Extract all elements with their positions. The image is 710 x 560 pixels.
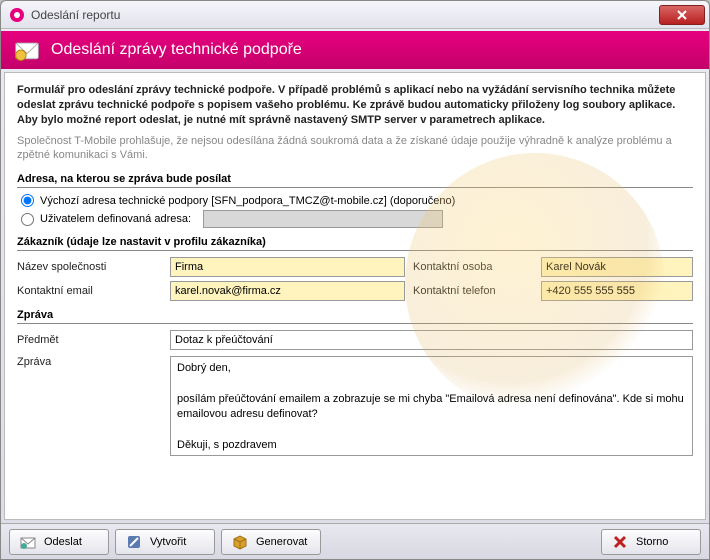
banner-title: Odeslání zprávy technické podpoře <box>51 41 302 59</box>
close-button[interactable] <box>659 5 705 25</box>
radio-custom-address[interactable]: Uživatelem definovaná adresa: <box>17 210 693 228</box>
radio-custom-input[interactable] <box>21 213 34 226</box>
intro-disclaimer: Společnost T-Mobile prohlašuje, že nejso… <box>17 134 693 164</box>
body-label: Zpráva <box>17 356 162 456</box>
radio-custom-label: Uživatelem definovaná adresa: <box>40 213 191 225</box>
section-customer-heading: Zákazník (údaje lze nastavit v profilu z… <box>17 236 693 251</box>
send-button[interactable]: Odeslat <box>9 529 109 555</box>
radio-default-address[interactable]: Výchozí adresa technické podpory [SFN_po… <box>17 194 693 207</box>
send-button-label: Odeslat <box>44 536 82 548</box>
cancel-icon <box>612 534 628 550</box>
box-icon <box>232 534 248 550</box>
titlebar: Odeslání reportu <box>1 1 709 29</box>
footer-toolbar: Odeslat Vytvořit Generovat Storno <box>1 523 709 559</box>
banner: Odeslání zprávy technické podpoře <box>1 31 709 69</box>
pencil-icon <box>126 534 142 550</box>
section-message-heading: Zpráva <box>17 309 693 324</box>
company-label: Název společnosti <box>17 261 162 273</box>
content-area: Formulář pro odeslání zprávy technické p… <box>4 72 706 520</box>
generate-button-label: Generovat <box>256 536 307 548</box>
subject-label: Předmět <box>17 334 162 346</box>
cancel-button[interactable]: Storno <box>601 529 701 555</box>
subject-field[interactable] <box>170 330 693 350</box>
window-title: Odeslání reportu <box>31 8 659 22</box>
radio-default-label: Výchozí adresa technické podpory [SFN_po… <box>40 195 455 207</box>
envelope-icon <box>13 36 41 64</box>
company-field[interactable] <box>170 257 405 277</box>
email-field[interactable] <box>170 281 405 301</box>
create-button-label: Vytvořit <box>150 536 186 548</box>
cancel-button-label: Storno <box>636 536 668 548</box>
intro-bold-text: Formulář pro odeslání zprávy technické p… <box>17 83 693 128</box>
create-button[interactable]: Vytvořit <box>115 529 215 555</box>
phone-label: Kontaktní telefon <box>413 285 533 297</box>
custom-address-field <box>203 210 443 228</box>
close-icon <box>677 10 687 20</box>
section-address-heading: Adresa, na kterou se zpráva bude posílat <box>17 173 693 188</box>
person-label: Kontaktní osoba <box>413 261 533 273</box>
generate-button[interactable]: Generovat <box>221 529 321 555</box>
app-icon <box>9 7 25 23</box>
phone-field[interactable] <box>541 281 693 301</box>
person-field[interactable] <box>541 257 693 277</box>
dialog-window: Odeslání reportu Odeslání zprávy technic… <box>0 0 710 560</box>
send-icon <box>20 534 36 550</box>
radio-default-input[interactable] <box>21 194 34 207</box>
body-field[interactable] <box>170 356 693 456</box>
email-label: Kontaktní email <box>17 285 162 297</box>
